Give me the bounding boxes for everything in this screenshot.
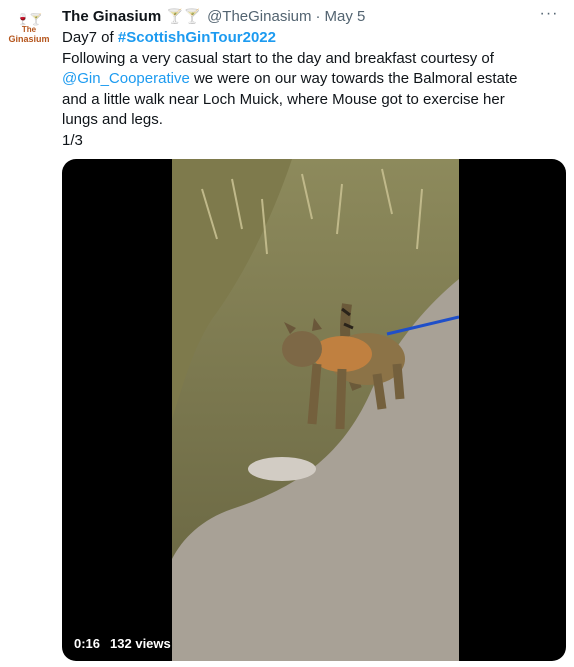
avatar-brand-main: Ginasium	[8, 33, 50, 44]
mention-link[interactable]: @Gin_Cooperative	[62, 70, 190, 87]
hashtag-link[interactable]: #ScottishGinTour2022	[118, 29, 276, 46]
video-duration: 0:16	[74, 636, 101, 651]
video-frame[interactable]	[172, 159, 460, 661]
avatar-brand-top: The	[21, 24, 37, 34]
tweet-line-2: Following a very casual start to the day…	[62, 49, 542, 131]
tweet-body-start: Following a very casual start to the day…	[62, 49, 494, 67]
video-views: 132 views	[110, 636, 171, 651]
video-player[interactable]: 0:16 132 views	[62, 159, 566, 661]
author-handle[interactable]: @TheGinasium	[207, 8, 311, 25]
more-options-button[interactable]: ···	[536, 4, 562, 24]
day-prefix: Day7 of	[62, 29, 118, 46]
avatar[interactable]: 🍷🍸 The Ginasium	[8, 8, 50, 50]
tweet-date[interactable]: May 5	[325, 8, 366, 25]
tweet-text: Day7 of #ScottishGinTour2022 Following a…	[62, 28, 542, 151]
author-emoji: 🍸🍸	[166, 7, 202, 24]
video-still	[172, 159, 460, 661]
tweet-header: The Ginasium 🍸🍸 @TheGinasium · May 5	[62, 6, 365, 26]
tweet-line-1: Day7 of #ScottishGinTour2022	[62, 28, 542, 49]
cocktail-glasses-icon: 🍷🍸	[16, 13, 42, 26]
thread-counter: 1/3	[62, 131, 83, 149]
video-stats: 0:16 132 views	[74, 636, 171, 651]
header-separator: ·	[315, 7, 321, 25]
author-name[interactable]: The Ginasium	[62, 8, 161, 25]
